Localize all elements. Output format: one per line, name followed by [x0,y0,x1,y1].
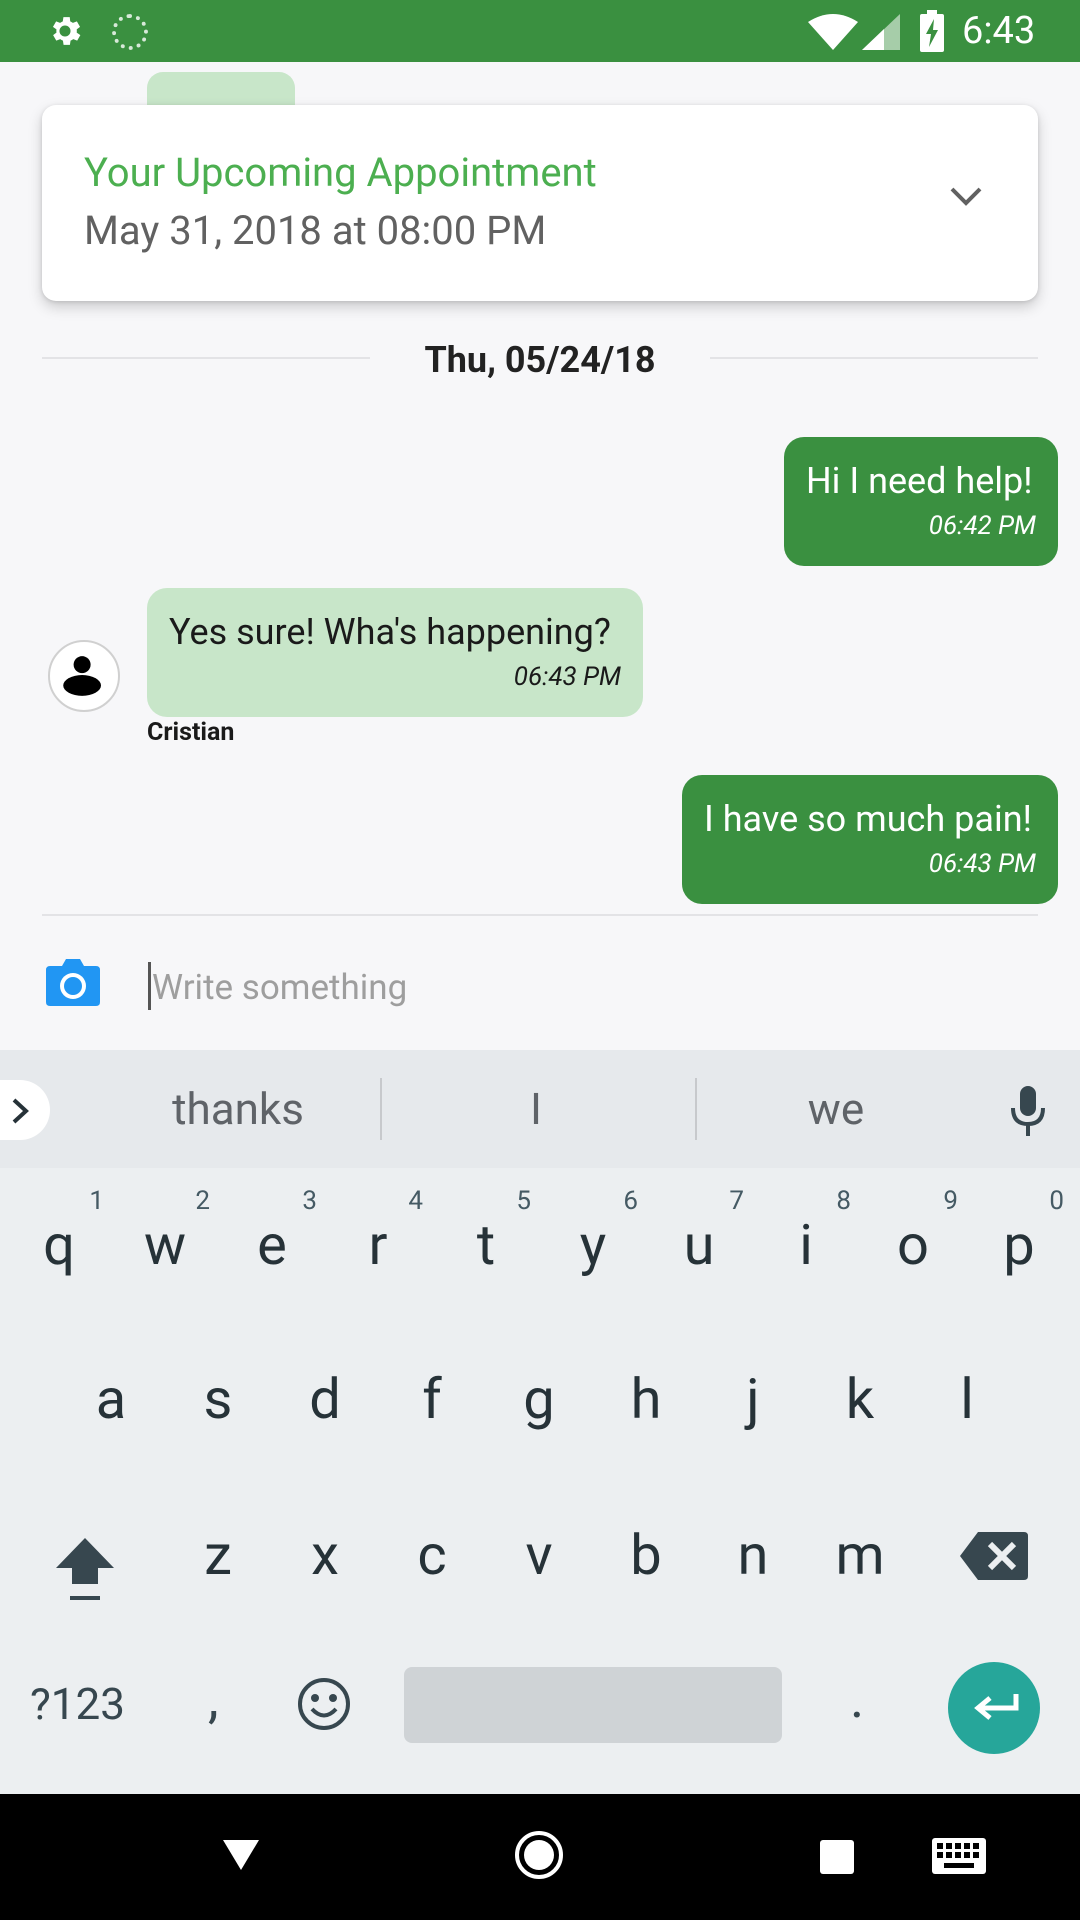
key-n[interactable]: n [718,1520,788,1590]
suggestion-divider [380,1078,382,1140]
key-d[interactable]: d [290,1364,360,1434]
gear-icon [52,17,81,45]
key-hint: 7 [729,1186,744,1216]
date-divider-right [710,357,1038,359]
message-text: Hi I need help! [806,460,1033,502]
keyboard-switch-icon[interactable] [932,1838,986,1874]
key-m[interactable]: m [825,1520,895,1590]
key-label: w [143,1212,187,1278]
key-b[interactable]: b [611,1520,681,1590]
microphone-icon[interactable] [1008,1084,1048,1138]
key-label: o [897,1212,929,1278]
key-q[interactable]: q1 [24,1186,104,1280]
recents-icon[interactable] [820,1840,854,1874]
message-time: 06:43 PM [513,662,621,692]
message-text: Yes sure! Wha's happening? [169,611,611,653]
message-text: I have so much pain! [704,798,1032,840]
key-label: q [43,1212,75,1278]
loading-icon [112,14,148,50]
key-u[interactable]: u7 [664,1186,744,1280]
message-time: 06:43 PM [928,849,1036,879]
key-hint: 2 [195,1186,210,1216]
key-p[interactable]: p0 [984,1186,1064,1280]
suggestion-item[interactable]: we [750,1080,922,1138]
key-s[interactable]: s [183,1364,253,1434]
outgoing-message-bubble[interactable]: I have so much pain! 06:43 PM [682,775,1058,904]
key-i[interactable]: i8 [771,1186,851,1280]
appointment-title: Your Upcoming Appointment [84,149,597,196]
key-a[interactable]: a [76,1364,146,1434]
key-y[interactable]: y6 [558,1186,638,1280]
period-key[interactable]: . [850,1668,864,1731]
key-r[interactable]: r4 [343,1186,424,1280]
shift-icon[interactable] [52,1532,118,1604]
key-hint: 4 [408,1186,423,1216]
key-e[interactable]: e3 [237,1186,317,1280]
person-icon [63,656,101,696]
suggestion-strip: thanks I we [0,1050,1080,1168]
composer-divider [42,914,1038,916]
back-icon[interactable] [222,1838,260,1872]
enter-arrow-icon [974,1694,1019,1720]
key-label: i [799,1212,813,1278]
key-hint: 8 [836,1186,851,1216]
key-hint: 3 [302,1186,317,1216]
appointment-datetime: May 31, 2018 at 08:00 PM [84,207,547,254]
key-g[interactable]: g [504,1364,574,1434]
date-divider-left [42,357,370,359]
key-x[interactable]: x [290,1520,360,1590]
key-label: u [683,1212,715,1278]
comma-key[interactable]: , [208,1668,219,1731]
camera-icon[interactable] [46,958,100,1006]
backspace-icon[interactable] [960,1532,1028,1580]
wifi-icon [808,14,858,50]
key-hint: 5 [516,1186,531,1216]
symbols-key[interactable]: ?123 [30,1676,125,1732]
avatar[interactable] [48,640,120,712]
key-label: e [257,1212,287,1278]
signal-icon [862,14,900,50]
enter-key[interactable] [948,1662,1040,1754]
chevron-right-icon [12,1098,29,1124]
key-hint: 6 [623,1186,638,1216]
key-j[interactable]: j [718,1364,788,1434]
expand-suggestions-button[interactable] [0,1080,50,1140]
key-f[interactable]: f [397,1364,467,1434]
key-z[interactable]: z [183,1520,253,1590]
key-v[interactable]: v [504,1520,574,1590]
upcoming-appointment-card[interactable]: Your Upcoming Appointment May 31, 2018 a… [42,105,1038,301]
key-c[interactable]: c [397,1520,467,1590]
incoming-message-bubble[interactable]: Yes sure! Wha's happening? 06:43 PM [147,588,643,717]
key-h[interactable]: h [611,1364,681,1434]
key-label: p [1003,1212,1035,1278]
key-hint: 9 [943,1186,958,1216]
suggestion-item[interactable]: thanks [118,1080,358,1138]
home-icon[interactable] [514,1830,564,1880]
key-t[interactable]: t5 [451,1186,531,1280]
emoji-icon[interactable] [296,1676,352,1732]
key-hint: 0 [1049,1186,1064,1216]
key-hint: 1 [89,1186,104,1216]
suggestion-divider [695,1078,697,1140]
outgoing-message-bubble[interactable]: Hi I need help! 06:42 PM [784,437,1058,566]
key-k[interactable]: k [825,1364,895,1434]
status-bar: 6:43 [0,0,1080,62]
space-key[interactable] [404,1667,782,1743]
message-input[interactable] [150,956,1014,1018]
chevron-down-icon[interactable] [948,185,984,209]
clock: 6:43 [962,9,1036,53]
battery-charging-icon [920,10,944,52]
suggestion-item[interactable]: I [450,1080,622,1138]
key-o[interactable]: o9 [878,1186,958,1280]
key-label: y [579,1212,607,1278]
navigation-bar [0,1794,1080,1920]
message-time: 06:42 PM [928,511,1036,541]
sender-name: Cristian [147,718,235,747]
key-w[interactable]: w2 [130,1186,210,1280]
key-label: r [368,1212,388,1278]
key-label: t [476,1212,496,1278]
date-separator-label: Thu, 05/24/18 [424,339,656,381]
keyboard: q1 w2 e3 r4 t5 y6 u7 i8 o9 p0 a s d f g … [0,1168,1080,1794]
key-l[interactable]: l [932,1364,1002,1434]
